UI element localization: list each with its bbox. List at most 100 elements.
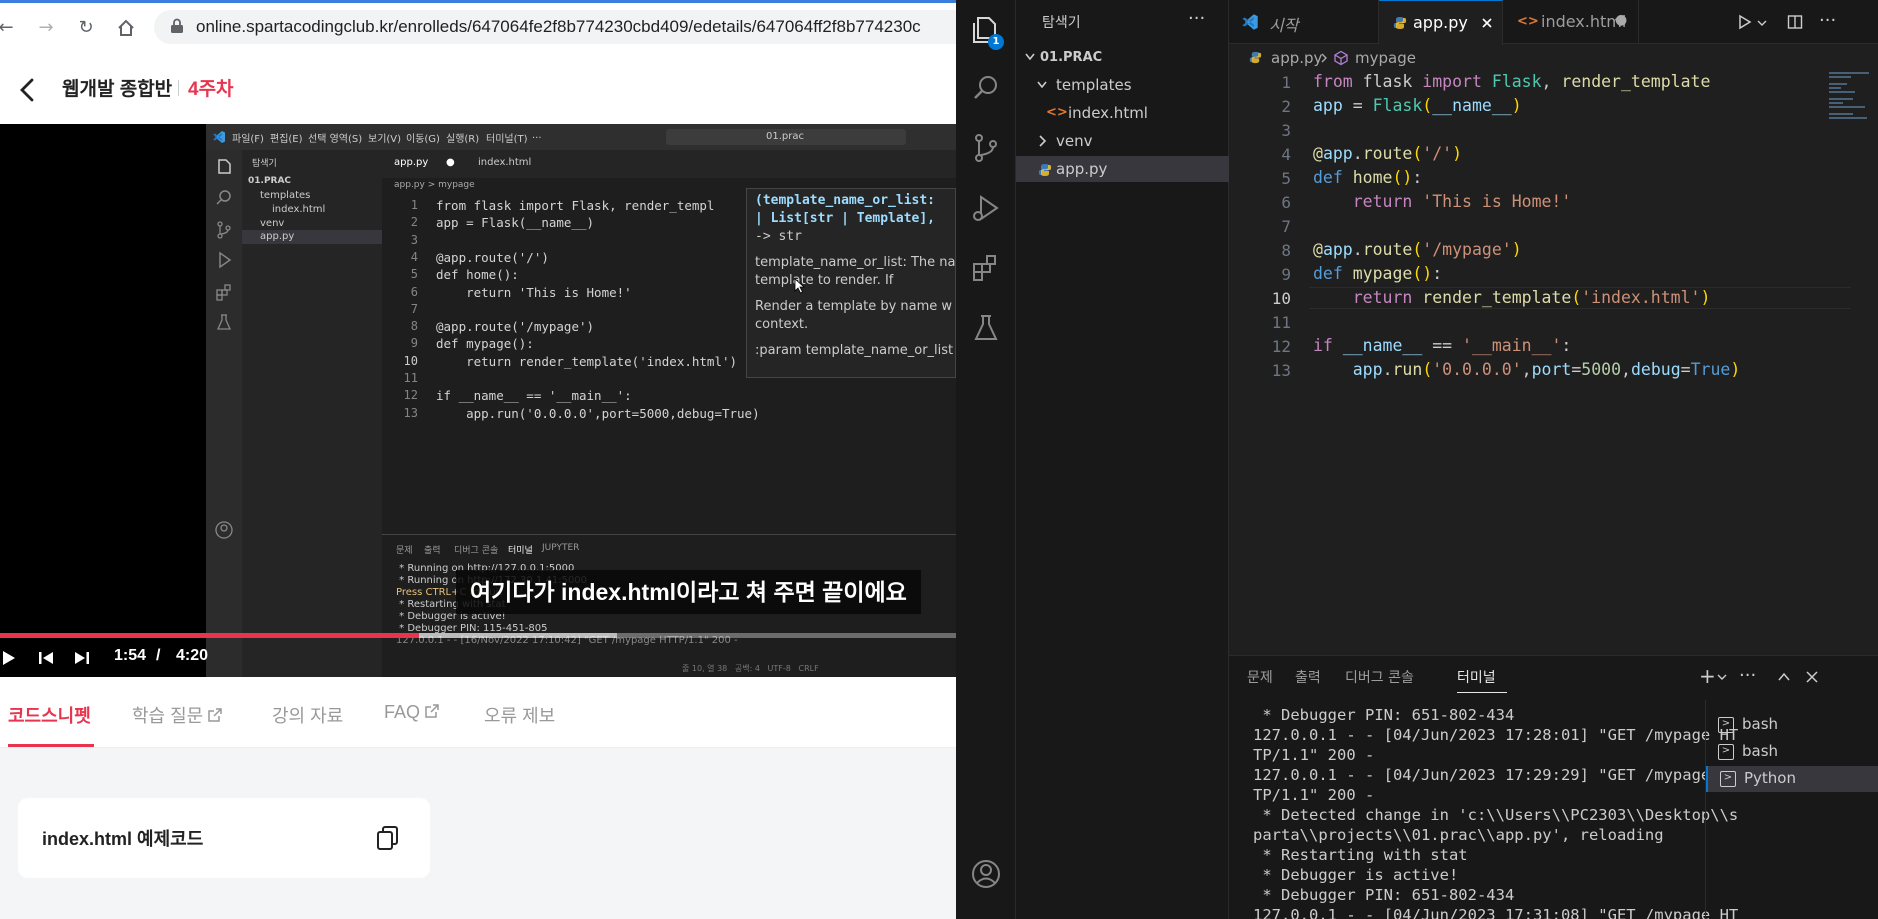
tree-file-index-html[interactable]: <> index.html bbox=[1016, 100, 1229, 126]
panel-tab-output[interactable]: 출력 bbox=[1295, 667, 1321, 687]
address-bar[interactable]: online.spartacodingclub.kr/enrolleds/647… bbox=[154, 10, 956, 44]
editor-tab-bar: 시작 app.py <> index.html ● ··· bbox=[1229, 0, 1878, 45]
chevron-down-icon bbox=[1025, 53, 1035, 61]
account-icon[interactable] bbox=[970, 858, 1002, 890]
chevron-down-icon[interactable] bbox=[1757, 18, 1767, 28]
tab-label: 학습 질문 bbox=[132, 706, 204, 726]
snippet-card[interactable]: index.html 예제코드 bbox=[18, 798, 430, 878]
tab-faq[interactable]: FAQ bbox=[384, 702, 439, 723]
video-activity-bar bbox=[206, 150, 242, 677]
testing-flask-icon[interactable] bbox=[970, 312, 1002, 344]
terminal-item-label: bash bbox=[1742, 742, 1779, 760]
terminal-output[interactable]: * Debugger PIN: 651-802-434 127.0.0.1 - … bbox=[1229, 700, 1759, 919]
video-breadcrumb: app.py > mypage bbox=[394, 180, 475, 190]
tree-folder-templates[interactable]: templates bbox=[1016, 72, 1229, 98]
line-number: 10 bbox=[1271, 289, 1291, 308]
video-panel-tab-debug: 디버그 콘솔 bbox=[454, 546, 499, 556]
minimap-line bbox=[1829, 76, 1851, 78]
html-file-icon: <> bbox=[1517, 14, 1539, 29]
browser-tab-strip bbox=[0, 0, 956, 3]
run-icon[interactable] bbox=[1737, 14, 1753, 30]
back-arrow-icon[interactable]: ← bbox=[0, 18, 16, 38]
source-control-icon[interactable] bbox=[970, 132, 1002, 164]
terminal-item-bash[interactable]: > bash bbox=[1706, 739, 1878, 765]
back-chevron-icon[interactable] bbox=[16, 70, 40, 110]
chevron-up-icon[interactable] bbox=[1777, 670, 1791, 684]
close-icon[interactable] bbox=[1805, 670, 1819, 684]
video-line-number: 7 bbox=[410, 301, 418, 316]
panel-tab-debug-console[interactable]: 디버그 콘솔 bbox=[1345, 667, 1414, 687]
minimap[interactable] bbox=[1829, 70, 1878, 130]
tab-welcome[interactable]: 시작 bbox=[1229, 0, 1379, 44]
more-actions-icon[interactable]: ··· bbox=[1188, 8, 1205, 29]
video-seek-bar[interactable] bbox=[0, 633, 956, 638]
tab-index-html[interactable]: <> index.html ● bbox=[1503, 0, 1639, 44]
video-panel-tab-output: 출력 bbox=[424, 546, 441, 556]
bottom-panel: 문제 출력 디버그 콘솔 터미널 + ··· * Debugger PIN: 6… bbox=[1229, 655, 1878, 919]
extensions-icon[interactable] bbox=[970, 252, 1002, 284]
more-actions-icon[interactable]: ··· bbox=[1819, 10, 1836, 31]
code-line: 8 @app.route('/mypage') bbox=[1229, 239, 1829, 263]
tab-error-report[interactable]: 오류 제보 bbox=[484, 702, 555, 728]
terminal-icon: > bbox=[1718, 717, 1734, 733]
run-debug-icon[interactable] bbox=[970, 192, 1002, 224]
hover-doc-line: template to render. If bbox=[755, 273, 894, 288]
terminal-item-bash[interactable]: > bash bbox=[1706, 712, 1878, 738]
tab-lecture-materials[interactable]: 강의 자료 bbox=[272, 702, 343, 728]
terminal-line: 127.0.0.1 - - [04/Jun/2023 17:28:01] "GE… bbox=[1253, 726, 1739, 744]
lock-icon[interactable] bbox=[170, 18, 184, 34]
line-number: 9 bbox=[1281, 265, 1291, 284]
minimap-line bbox=[1829, 98, 1853, 100]
breadcrumb-file[interactable]: app.py bbox=[1271, 49, 1322, 67]
terminal-item-python[interactable]: > Python bbox=[1706, 766, 1878, 792]
tree-folder-venv[interactable]: venv bbox=[1016, 128, 1229, 154]
breadcrumb-symbol[interactable]: mypage bbox=[1355, 49, 1416, 67]
tree-file-app-py[interactable]: app.py bbox=[1016, 156, 1229, 182]
tree-folder-01prac[interactable]: 01.PRAC bbox=[1016, 44, 1229, 70]
video-explorer-icon bbox=[218, 159, 231, 174]
active-panel-tab-underline bbox=[1457, 692, 1507, 693]
tab-label: 시작 bbox=[1269, 16, 1299, 35]
skip-back-icon[interactable] bbox=[36, 648, 56, 668]
video-menu-go: 이동(G) bbox=[406, 134, 440, 145]
tab-learning-question[interactable]: 학습 질문 bbox=[132, 702, 223, 728]
video-file-app-py: app.py bbox=[260, 231, 295, 242]
split-editor-icon[interactable] bbox=[1787, 14, 1803, 30]
video-line-number: 4 bbox=[410, 249, 418, 264]
video-explorer-sidebar: 탐색기 01.PRAC templates index.html venv ap… bbox=[242, 150, 382, 677]
close-icon[interactable] bbox=[1481, 17, 1493, 29]
video-panel-tab-problems: 문제 bbox=[396, 546, 413, 556]
panel-tab-problems[interactable]: 문제 bbox=[1247, 667, 1273, 687]
hover-doc-line: template_name_or_list: The na bbox=[755, 255, 956, 270]
copy-icon[interactable] bbox=[374, 824, 402, 852]
line-number: 11 bbox=[1271, 313, 1291, 332]
tab-label: FAQ bbox=[384, 702, 421, 722]
code-line: 5 def home(): bbox=[1229, 167, 1829, 191]
tab-code-snippet[interactable]: 코드스니펫 bbox=[8, 702, 91, 728]
reload-icon[interactable]: ↻ bbox=[76, 18, 96, 38]
chevron-down-icon[interactable] bbox=[1717, 672, 1727, 682]
home-icon[interactable] bbox=[116, 18, 136, 38]
html-file-icon: <> bbox=[1046, 105, 1068, 120]
video-controls: 1:54 / 4:20 bbox=[0, 640, 956, 677]
forward-arrow-icon[interactable]: → bbox=[36, 18, 56, 38]
chevron-right-icon bbox=[1321, 53, 1327, 63]
panel-tab-terminal[interactable]: 터미널 bbox=[1457, 667, 1496, 687]
terminal-line: * Debugger PIN: 651-802-434 bbox=[1253, 706, 1515, 724]
video-time-separator: / bbox=[156, 647, 161, 664]
code-text: if __name__ == '__main__': bbox=[1313, 336, 1572, 355]
video-tab-app-py: app.py bbox=[394, 157, 429, 168]
unsaved-dot-icon[interactable]: ● bbox=[1615, 12, 1627, 28]
line-number: 2 bbox=[1281, 97, 1291, 116]
new-terminal-plus-icon[interactable]: + bbox=[1699, 666, 1716, 686]
search-icon[interactable] bbox=[970, 72, 1002, 104]
code-text: return render_template('index.html') bbox=[1352, 288, 1711, 307]
skip-forward-icon[interactable] bbox=[72, 648, 92, 668]
tab-app-py[interactable]: app.py bbox=[1379, 0, 1503, 45]
terminal-line: * Restarting with stat bbox=[1253, 846, 1468, 864]
url-text[interactable]: online.spartacodingclub.kr/enrolleds/647… bbox=[196, 17, 921, 37]
terminal-line: TP/1.1" 200 - bbox=[1253, 746, 1375, 764]
more-actions-icon[interactable]: ··· bbox=[1739, 666, 1756, 686]
play-icon[interactable] bbox=[0, 648, 20, 668]
video-line-number: 11 bbox=[403, 371, 418, 385]
